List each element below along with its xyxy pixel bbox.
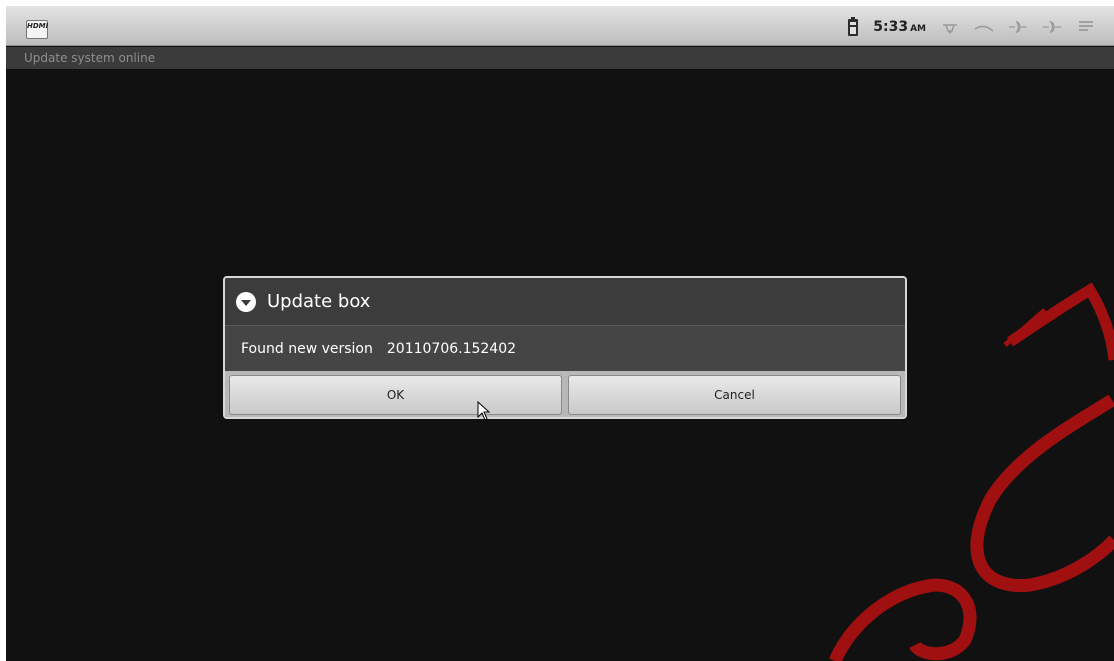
dialog-message: Found new version 20110706.152402: [225, 327, 905, 371]
notification-icon[interactable]: [1076, 19, 1096, 35]
dialog-message-label: Found new version: [241, 341, 373, 357]
status-bar: HDMI 5:33 AM: [6, 6, 1114, 46]
dialog-button-bar: OK Cancel: [225, 371, 905, 417]
data-arrows-icon: [1042, 19, 1062, 35]
usb-icon: [940, 19, 960, 35]
android-screen: HDMI 5:33 AM Update system online Update…: [6, 6, 1114, 661]
cancel-button[interactable]: Cancel: [568, 375, 901, 415]
dialog-header: Update box: [225, 278, 905, 326]
hdmi-icon: HDMI: [26, 20, 48, 39]
clock-ampm: AM: [910, 24, 926, 34]
chevron-down-circle-icon: [235, 291, 257, 313]
dialog-version: 20110706.152402: [386, 341, 517, 357]
signal-icon: [974, 19, 994, 35]
ok-button[interactable]: OK: [229, 375, 562, 415]
dialog-title: Update box: [267, 291, 371, 312]
battery-icon: [847, 17, 859, 37]
title-bar-label: Update system online: [24, 51, 156, 65]
status-bar-right: 5:33 AM: [847, 14, 1096, 40]
mouse-pointer-icon: [477, 401, 491, 421]
clock-time: 5:33: [873, 19, 909, 35]
data-arrows-icon: [1008, 19, 1028, 35]
update-dialog: Update box Found new version 20110706.15…: [223, 276, 907, 419]
clock: 5:33 AM: [873, 19, 926, 35]
title-bar: Update system online: [6, 47, 1114, 69]
